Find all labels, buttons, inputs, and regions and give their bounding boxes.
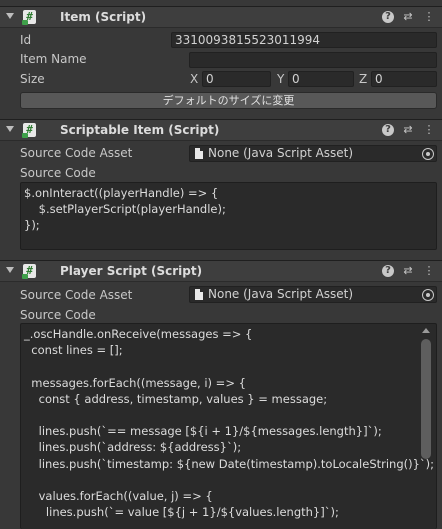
presets-icon[interactable]: ⇄ (401, 10, 415, 24)
size-x-label: X (190, 72, 199, 86)
help-icon[interactable]: ? (382, 11, 394, 23)
source-code-label: Source Code (20, 166, 96, 180)
source-code-textarea[interactable]: _.oscHandle.onReceive(messages => { cons… (20, 323, 437, 529)
help-icon[interactable]: ? (382, 265, 394, 277)
component-title: Player Script (Script) (60, 264, 203, 278)
source-code-asset-label: Source Code Asset (20, 146, 133, 160)
foldout-arrow-icon[interactable] (6, 267, 14, 273)
component-title: Scriptable Item (Script) (60, 123, 220, 137)
script-icon: # (22, 10, 36, 25)
script-icon: # (22, 264, 36, 279)
source-code-text[interactable]: $.onInteract((playerHandle) => { $.setPl… (21, 183, 436, 234)
context-menu-icon[interactable]: ⋮ (422, 10, 436, 24)
document-icon (195, 148, 203, 159)
id-label: Id (20, 33, 32, 47)
context-menu-icon[interactable]: ⋮ (422, 264, 436, 278)
object-picker-icon[interactable] (422, 148, 434, 160)
asset-value: None (Java Script Asset) (208, 146, 354, 160)
size-z-label: Z (359, 72, 368, 86)
size-label: Size (20, 72, 45, 86)
source-code-asset-field[interactable]: None (Java Script Asset) (189, 286, 437, 303)
item-name-label: Item Name (20, 52, 87, 66)
script-icon: # (22, 123, 36, 138)
asset-value: None (Java Script Asset) (208, 287, 354, 301)
size-y-label: Y (277, 72, 285, 86)
size-z-field[interactable]: 0 (371, 71, 437, 87)
foldout-arrow-icon[interactable] (6, 13, 14, 19)
scriptable-component-header[interactable]: # Scriptable Item (Script) ? ⇄ ⋮ (0, 119, 442, 141)
id-field[interactable]: 3310093815523011994 (171, 32, 437, 48)
object-picker-icon[interactable] (422, 289, 434, 301)
source-code-asset-field[interactable]: None (Java Script Asset) (189, 145, 437, 162)
vertical-scrollbar[interactable] (420, 324, 432, 529)
size-y-field[interactable]: 0 (288, 71, 354, 87)
scroll-up-arrow-icon[interactable] (422, 328, 430, 333)
document-icon (195, 289, 203, 300)
presets-icon[interactable]: ⇄ (401, 264, 415, 278)
item-component-header[interactable]: # Item (Script) ? ⇄ ⋮ (0, 6, 442, 28)
help-icon[interactable]: ? (382, 124, 394, 136)
source-code-label: Source Code (20, 308, 96, 322)
context-menu-icon[interactable]: ⋮ (422, 123, 436, 137)
item-name-field[interactable] (189, 52, 437, 68)
source-code-text[interactable]: _.oscHandle.onReceive(messages => { cons… (21, 324, 436, 520)
source-code-asset-label: Source Code Asset (20, 288, 133, 302)
component-title: Item (Script) (60, 10, 147, 24)
scrollbar-thumb[interactable] (421, 339, 431, 459)
presets-icon[interactable]: ⇄ (401, 123, 415, 137)
foldout-arrow-icon[interactable] (6, 126, 14, 132)
size-x-field[interactable]: 0 (202, 71, 271, 87)
source-code-textarea[interactable]: $.onInteract((playerHandle) => { $.setPl… (20, 182, 437, 250)
player-component-header[interactable]: # Player Script (Script) ? ⇄ ⋮ (0, 260, 442, 282)
default-size-button[interactable]: デフォルトのサイズに変更 (20, 92, 437, 109)
